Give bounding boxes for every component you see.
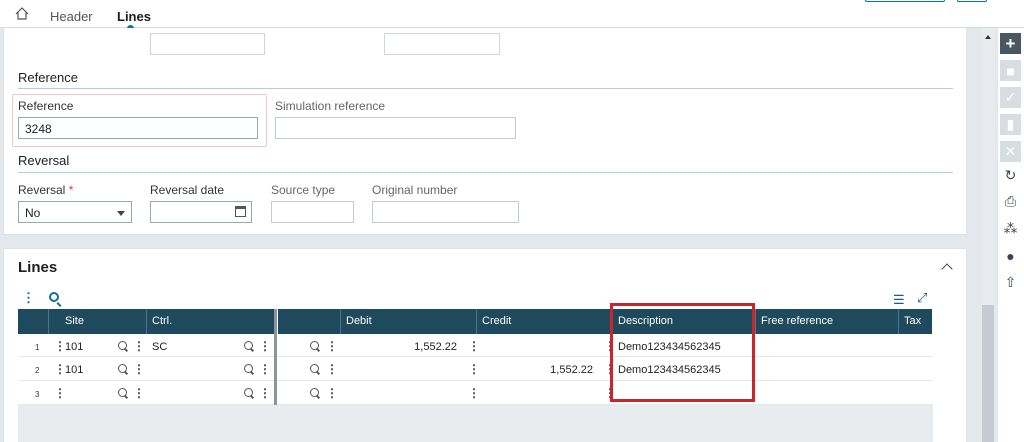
- search-icon[interactable]: [244, 388, 253, 397]
- search-icon[interactable]: [49, 292, 59, 302]
- reversal-section-title: Reversal: [18, 153, 70, 168]
- cell-menu-icon[interactable]: ⋮: [468, 340, 480, 352]
- search-icon[interactable]: [118, 388, 127, 397]
- cell-menu-icon[interactable]: ⋮: [468, 387, 480, 399]
- lines-title: Lines: [18, 259, 58, 276]
- search-icon[interactable]: [310, 341, 319, 350]
- column-header-ctrl[interactable]: Ctrl.: [152, 315, 172, 327]
- credit-cell[interactable]: 1,552.22: [505, 364, 593, 376]
- cell-menu-icon[interactable]: ⋮: [326, 387, 338, 399]
- cell-menu-icon[interactable]: ⋮: [133, 363, 145, 375]
- cell-menu-icon[interactable]: ⋮: [326, 340, 338, 352]
- top-action-button[interactable]: [865, 0, 945, 2]
- cell-menu-icon[interactable]: ⋮: [259, 363, 271, 375]
- search-icon[interactable]: [310, 364, 319, 373]
- column-header-tax[interactable]: Tax: [904, 315, 921, 327]
- header-separator: [48, 309, 49, 334]
- description-column-highlight: [610, 303, 755, 402]
- home-icon[interactable]: [15, 7, 29, 20]
- reversal-date-label: Reversal date: [150, 183, 225, 197]
- share-icon[interactable]: ⇧: [1000, 272, 1021, 293]
- reversal-select[interactable]: No: [18, 201, 132, 223]
- source-type-label: Source type: [271, 183, 336, 197]
- cell-menu-icon[interactable]: ⋮: [133, 387, 145, 399]
- section-divider: [18, 172, 953, 173]
- comment-icon[interactable]: ●: [1000, 245, 1021, 266]
- attachment-icon[interactable]: ⁂: [1000, 218, 1021, 239]
- cell-menu-icon[interactable]: ⋮: [259, 387, 271, 399]
- row-number: 2: [35, 366, 40, 375]
- scrollbar-thumb[interactable]: [982, 305, 994, 442]
- action-panel: + ■ ✓ ▮ ✕ ↻ ⎙ ⁂ ● ⇧: [998, 28, 1024, 442]
- reversal-label-text: Reversal: [18, 183, 66, 197]
- upper-field-1[interactable]: [150, 33, 265, 55]
- tab-lines[interactable]: Lines: [117, 9, 151, 24]
- header-separator: [340, 309, 341, 334]
- section-divider: [18, 88, 953, 89]
- tab-bar: Header Lines: [0, 0, 1024, 32]
- row-number: 1: [35, 343, 40, 352]
- close-icon[interactable]: ✕: [1000, 141, 1021, 162]
- search-icon[interactable]: [244, 341, 253, 350]
- column-header-free-reference[interactable]: Free reference: [761, 315, 833, 327]
- search-icon[interactable]: [118, 364, 127, 373]
- cell-menu-icon[interactable]: ⋮: [326, 363, 338, 375]
- header-separator: [476, 309, 477, 334]
- column-header-debit[interactable]: Debit: [346, 315, 372, 327]
- upper-field-2[interactable]: [384, 33, 500, 55]
- simulation-reference-input[interactable]: [275, 117, 516, 139]
- print-icon[interactable]: ⎙: [1000, 191, 1021, 212]
- header-separator: [755, 309, 756, 334]
- reversal-label: Reversal *: [18, 183, 73, 197]
- header-separator: [146, 309, 147, 334]
- scroll-up-arrow[interactable]: [985, 35, 991, 39]
- grid-header: [278, 309, 932, 334]
- refresh-icon[interactable]: ↻: [1000, 165, 1021, 186]
- original-number-input[interactable]: [372, 201, 519, 223]
- original-number-label: Original number: [372, 183, 458, 197]
- cell-menu-icon[interactable]: ⋮: [133, 340, 145, 352]
- more-options-icon[interactable]: ⋮: [22, 291, 35, 304]
- search-icon[interactable]: [310, 388, 319, 397]
- header-separator: [898, 309, 899, 334]
- row-menu-icon[interactable]: ⋮: [54, 387, 66, 399]
- cell-menu-icon[interactable]: ⋮: [468, 363, 480, 375]
- delete-icon[interactable]: ▮: [1000, 114, 1021, 135]
- ctrl-cell[interactable]: SC: [152, 341, 167, 353]
- debit-cell[interactable]: 1,552.22: [370, 341, 457, 353]
- frozen-column-divider[interactable]: [274, 309, 277, 406]
- top-secondary-button[interactable]: [957, 0, 987, 2]
- plus-icon[interactable]: +: [1000, 33, 1021, 54]
- simulation-reference-label: Simulation reference: [275, 99, 386, 113]
- search-icon[interactable]: [118, 341, 127, 350]
- required-marker: *: [68, 183, 74, 197]
- site-cell[interactable]: 101: [65, 341, 83, 353]
- layers-icon[interactable]: ☰: [893, 292, 905, 308]
- expand-icon[interactable]: ⤢: [917, 290, 927, 306]
- chevron-down-icon: [117, 211, 125, 216]
- tab-header[interactable]: Header: [50, 9, 93, 24]
- reference-label: Reference: [18, 99, 74, 113]
- grid-empty-area: [18, 405, 933, 442]
- cell-menu-icon[interactable]: ⋮: [259, 340, 271, 352]
- check-icon[interactable]: ✓: [1000, 87, 1021, 108]
- source-type-input[interactable]: [271, 201, 354, 223]
- column-header-credit[interactable]: Credit: [482, 315, 511, 327]
- reference-input[interactable]: 3248: [18, 117, 258, 139]
- reversal-select-value: No: [25, 206, 41, 220]
- search-icon[interactable]: [244, 364, 253, 373]
- save-icon[interactable]: ■: [1000, 60, 1021, 81]
- reference-section-title: Reference: [18, 70, 78, 85]
- reversal-date-input[interactable]: [150, 201, 252, 223]
- column-header-site[interactable]: Site: [65, 315, 84, 327]
- site-cell[interactable]: 101: [65, 364, 83, 376]
- calendar-icon[interactable]: [235, 206, 246, 217]
- row-number: 3: [35, 390, 40, 399]
